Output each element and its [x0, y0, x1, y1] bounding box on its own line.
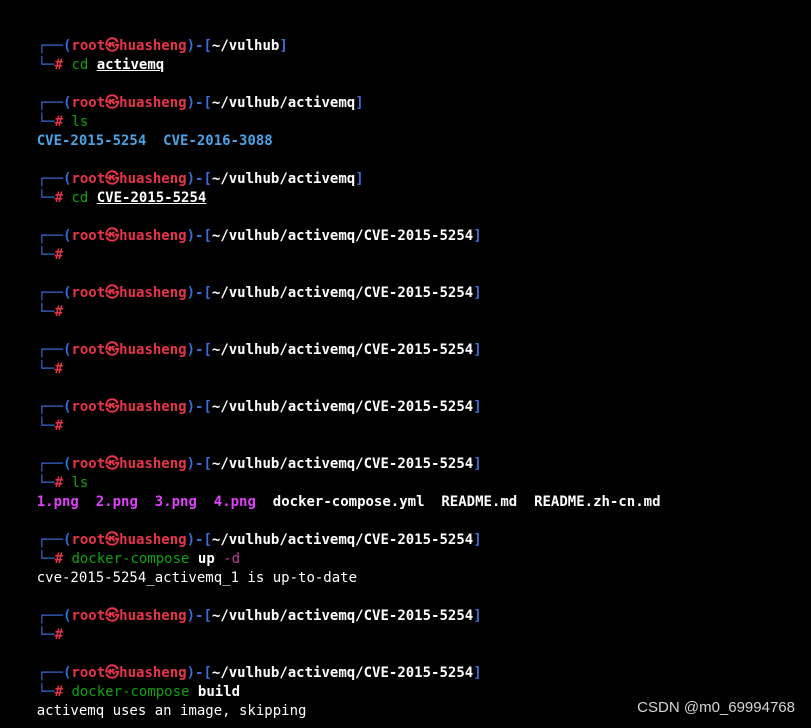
file-entry: README.zh-cn.md [534, 494, 661, 510]
prompt-frame: └─ [37, 627, 55, 643]
prompt-path: ~/vulhub [211, 38, 280, 54]
prompt-user: root㉿huasheng [71, 342, 187, 358]
prompt-frame: └─ [37, 304, 55, 320]
prompt-header: ┌──(root㉿huasheng)-[~/vulhub/activemq] [4, 151, 364, 187]
prompt-frame: )-[ [186, 95, 212, 111]
prompt-header: ┌──(root㉿huasheng)-[~/vulhub/activemq] [4, 75, 364, 111]
prompt-frame: ] [473, 399, 482, 415]
prompt-header: ┌──(root㉿huasheng)-[~/vulhub/activemq/CV… [4, 512, 482, 548]
prompt-frame: ] [473, 665, 482, 681]
prompt-frame: ] [473, 285, 482, 301]
command-output: 1.png 2.png 3.png 4.png docker-compose.y… [3, 474, 661, 510]
prompt-frame: )-[ [186, 399, 212, 415]
prompt-path: ~/vulhub/activemq/CVE-2015-5254 [211, 456, 474, 472]
command-line[interactable]: └─# [4, 341, 63, 377]
prompt-frame: )-[ [186, 228, 212, 244]
prompt-user: root㉿huasheng [71, 456, 187, 472]
command-line[interactable]: └─# [4, 398, 63, 434]
prompt-frame: ] [355, 95, 364, 111]
command-line[interactable]: └─# ls [4, 94, 89, 130]
prompt-frame: ] [473, 228, 482, 244]
prompt-header: ┌──(root㉿huasheng)-[~/vulhub/activemq/CV… [4, 588, 482, 624]
image-file-entry: 1.png [36, 494, 79, 510]
directory-entry: CVE-2016-3088 [163, 133, 273, 149]
prompt-hash: # [54, 190, 64, 206]
prompt-frame: └─ [37, 418, 55, 434]
prompt-frame: )-[ [186, 342, 212, 358]
prompt-frame: )-[ [186, 285, 212, 301]
prompt-header: ┌──(root㉿huasheng)-[~/vulhub/activemq/CV… [4, 208, 482, 244]
prompt-path: ~/vulhub/activemq [211, 171, 356, 187]
prompt-frame: ] [473, 456, 482, 472]
prompt-frame: └─ [37, 361, 55, 377]
prompt-hash: # [54, 418, 64, 434]
prompt-frame: └─ [37, 57, 55, 73]
command-output: cve-2015-5254_activemq_1 is up-to-date [3, 550, 357, 586]
prompt-header: ┌──(root㉿huasheng)-[~/vulhub/activemq/CV… [4, 436, 482, 472]
file-entry: docker-compose.yml [272, 494, 425, 510]
command-line[interactable]: └─# [4, 227, 63, 263]
prompt-frame: )-[ [186, 38, 212, 54]
file-entry: README.md [441, 494, 518, 510]
prompt-frame: ] [279, 38, 288, 54]
command-argument: CVE-2015-5254 [96, 190, 207, 206]
command-output: activemq uses an image, skipping [3, 683, 307, 719]
command-output: CVE-2015-5254 CVE-2016-3088 [3, 113, 273, 149]
directory-entry: CVE-2015-5254 [36, 133, 147, 149]
command-line[interactable]: └─# [4, 284, 63, 320]
prompt-header: ┌──(root㉿huasheng)-[~/vulhub] [4, 18, 288, 54]
prompt-frame: ] [473, 342, 482, 358]
prompt-user: root㉿huasheng [71, 608, 187, 624]
command-argument: activemq [96, 57, 165, 73]
prompt-hash: # [54, 247, 64, 263]
watermark: CSDN @m0_69994768 [637, 699, 795, 716]
output-text: activemq uses an image, skipping [36, 703, 307, 719]
prompt-path: ~/vulhub/activemq/CVE-2015-5254 [211, 608, 474, 624]
prompt-hash: # [54, 361, 64, 377]
prompt-frame: )-[ [186, 608, 212, 624]
prompt-header: ┌──(root㉿huasheng)-[~/vulhub/activemq/CV… [4, 322, 482, 358]
prompt-frame: )-[ [186, 456, 212, 472]
prompt-hash: # [54, 627, 64, 643]
prompt-user: root㉿huasheng [71, 95, 187, 111]
output-text: cve-2015-5254_activemq_1 is up-to-date [36, 570, 358, 586]
prompt-header: ┌──(root㉿huasheng)-[~/vulhub/activemq/CV… [4, 265, 482, 301]
prompt-path: ~/vulhub/activemq/CVE-2015-5254 [211, 399, 474, 415]
prompt-frame: ] [473, 532, 482, 548]
prompt-frame: └─ [37, 190, 55, 206]
prompt-path: ~/vulhub/activemq/CVE-2015-5254 [211, 342, 474, 358]
command-name: cd [71, 190, 89, 206]
image-file-entry: 3.png [154, 494, 197, 510]
prompt-header: ┌──(root㉿huasheng)-[~/vulhub/activemq/CV… [4, 645, 482, 681]
prompt-user: root㉿huasheng [71, 399, 187, 415]
prompt-frame: ] [355, 171, 364, 187]
command-line[interactable]: └─# [4, 607, 63, 643]
prompt-path: ~/vulhub/activemq/CVE-2015-5254 [211, 665, 474, 681]
command-line[interactable]: └─# cd CVE-2015-5254 [4, 170, 207, 206]
command-line[interactable]: └─# ls [4, 455, 89, 491]
prompt-hash: # [54, 57, 64, 73]
prompt-path: ~/vulhub/activemq [211, 95, 356, 111]
image-file-entry: 4.png [213, 494, 256, 510]
prompt-user: root㉿huasheng [71, 285, 187, 301]
image-file-entry: 2.png [95, 494, 138, 510]
prompt-frame: └─ [37, 247, 55, 263]
command-line[interactable]: └─# docker-compose build [4, 664, 240, 700]
prompt-path: ~/vulhub/activemq/CVE-2015-5254 [211, 228, 474, 244]
prompt-path: ~/vulhub/activemq/CVE-2015-5254 [211, 532, 474, 548]
prompt-path: ~/vulhub/activemq/CVE-2015-5254 [211, 285, 474, 301]
command-name: cd [71, 57, 89, 73]
prompt-header: ┌──(root㉿huasheng)-[~/vulhub/activemq/CV… [4, 379, 482, 415]
prompt-user: root㉿huasheng [71, 228, 187, 244]
command-line[interactable]: └─# docker-compose up -d [4, 531, 240, 567]
command-line[interactable]: └─# cd activemq [4, 37, 164, 73]
prompt-hash: # [54, 304, 64, 320]
terminal-window[interactable]: ┌──(root㉿huasheng)-[~/vulhub] └─# cd act… [0, 0, 811, 728]
prompt-frame: ] [473, 608, 482, 624]
